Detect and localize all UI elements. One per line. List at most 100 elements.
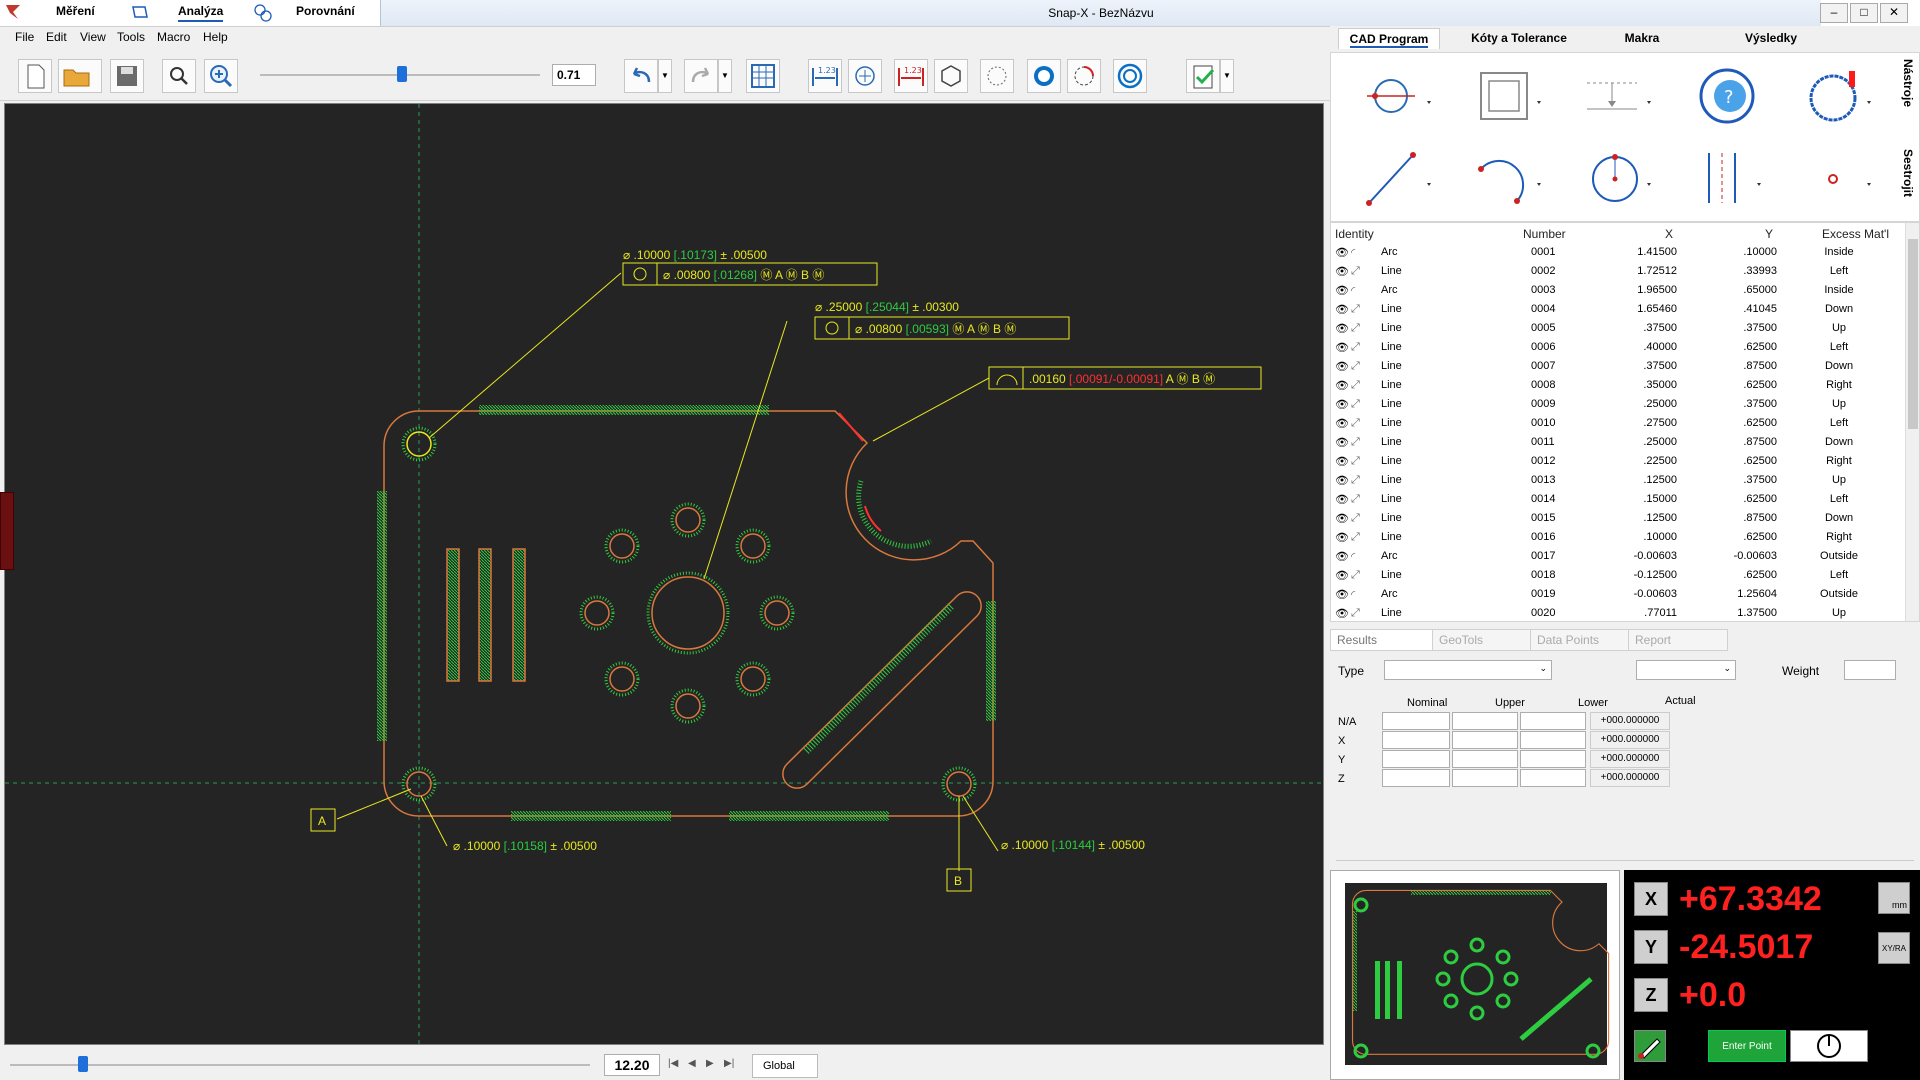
visibility-eye-icon[interactable]: 👁: [1335, 531, 1349, 544]
tab-geotols[interactable]: GeoTols: [1432, 629, 1532, 651]
probe-button[interactable]: [1634, 1030, 1666, 1062]
new-file-button[interactable]: [18, 59, 52, 93]
polygon-button[interactable]: [934, 59, 968, 93]
visibility-eye-icon[interactable]: 👁: [1335, 417, 1349, 430]
circle-measure-tool-icon[interactable]: [1357, 61, 1437, 131]
upper-input[interactable]: [1452, 712, 1518, 730]
part-outline[interactable]: [383, 410, 994, 817]
table-row[interactable]: 👁 ⤢ Line 0016 .10000 .62500 Right: [1331, 528, 1903, 547]
table-row[interactable]: 👁 ⤢ Line 0015 .12500 .87500 Down: [1331, 509, 1903, 528]
construct-point-tool-icon[interactable]: [1797, 143, 1877, 213]
construct-circle-tool-icon[interactable]: [1577, 143, 1657, 213]
center-point-button[interactable]: [848, 59, 882, 93]
enter-point-button[interactable]: Enter Point: [1708, 1030, 1786, 1062]
datum-b-box[interactable]: B: [946, 868, 972, 892]
construct-parallel-lines-tool-icon[interactable]: [1687, 143, 1767, 213]
power-button[interactable]: [1790, 1030, 1868, 1062]
tab-cad-program[interactable]: CAD Program: [1338, 28, 1440, 49]
menu-help[interactable]: Help: [203, 30, 228, 44]
undo-dropdown[interactable]: ▼: [658, 59, 672, 93]
dashed-circle-button[interactable]: [980, 59, 1014, 93]
col-header-number[interactable]: Number: [1523, 227, 1566, 241]
feature-table[interactable]: Identity Number X Y Excess Mat'l 👁 ◜ Arc 00…: [1330, 222, 1920, 622]
table-row[interactable]: 👁 ⤢ Line 0009 .25000 .37500 Up: [1331, 395, 1903, 414]
table-row[interactable]: 👁 ⤢ Line 0014 .15000 .62500 Left: [1331, 490, 1903, 509]
subtype-select[interactable]: ⌄: [1636, 660, 1736, 680]
nominal-input[interactable]: [1382, 712, 1450, 730]
visibility-eye-icon[interactable]: 👁: [1335, 474, 1349, 487]
feature-control-frame-2[interactable]: ⌀ .00800 [.00593] Ⓜ A Ⓜ B Ⓜ: [814, 316, 1070, 340]
rectangle-tool-icon[interactable]: [1467, 61, 1547, 131]
side-panel-handle[interactable]: [0, 492, 14, 570]
visibility-eye-icon[interactable]: 👁: [1335, 322, 1349, 335]
maximize-button[interactable]: □: [1850, 3, 1878, 23]
close-button[interactable]: ✕: [1880, 3, 1908, 23]
table-row[interactable]: 👁 ⤢ Line 0006 .40000 .62500 Left: [1331, 338, 1903, 357]
redo-dropdown[interactable]: ▼: [718, 59, 732, 93]
menu-file[interactable]: File: [15, 30, 34, 44]
visibility-eye-icon[interactable]: 👁: [1335, 493, 1349, 506]
tab-makra[interactable]: Makra: [1592, 28, 1692, 48]
prev-page-button[interactable]: ◀: [688, 1058, 696, 1069]
nominal-input[interactable]: [1382, 731, 1450, 749]
visibility-eye-icon[interactable]: 👁: [1335, 436, 1349, 449]
visibility-eye-icon[interactable]: 👁: [1335, 398, 1349, 411]
table-row[interactable]: 👁 ⤢ Line 0008 .35000 .62500 Right: [1331, 376, 1903, 395]
table-row[interactable]: 👁 ◜ Arc 0019 -0.00603 1.25604 Outside: [1331, 585, 1903, 604]
construct-arc-tool-icon[interactable]: [1467, 143, 1547, 213]
mode-tab-porovnani[interactable]: Porovnání: [296, 0, 355, 24]
weight-input[interactable]: [1844, 660, 1896, 680]
overview-preview[interactable]: [1330, 870, 1620, 1080]
partial-circle-button[interactable]: [1067, 59, 1101, 93]
visibility-eye-icon[interactable]: 👁: [1335, 569, 1349, 582]
visibility-eye-icon[interactable]: 👁: [1335, 512, 1349, 525]
table-row[interactable]: 👁 ◜ Arc 0003 1.96500 .65000 Inside: [1331, 281, 1903, 300]
mode-tab-mereni[interactable]: Měření: [56, 0, 95, 24]
menu-edit[interactable]: Edit: [46, 30, 67, 44]
visibility-eye-icon[interactable]: 👁: [1335, 607, 1349, 620]
menu-macro[interactable]: Macro: [157, 30, 190, 44]
tab-koty-tolerance[interactable]: Kóty a Tolerance: [1454, 28, 1584, 48]
table-row[interactable]: 👁 ⤢ Line 0010 .27500 .62500 Left: [1331, 414, 1903, 433]
visibility-eye-icon[interactable]: 👁: [1335, 588, 1349, 601]
upper-input[interactable]: [1452, 769, 1518, 787]
concentric-circle-button[interactable]: [1113, 59, 1147, 93]
menu-tools[interactable]: Tools: [117, 30, 145, 44]
tab-data-points[interactable]: Data Points: [1530, 629, 1630, 651]
table-scrollbar-thumb[interactable]: [1908, 239, 1918, 429]
type-select[interactable]: ⌄: [1384, 660, 1552, 680]
report-button[interactable]: [1186, 59, 1220, 93]
nominal-input[interactable]: [1382, 769, 1450, 787]
next-page-button[interactable]: ▶: [706, 1058, 714, 1069]
tolerance-dimension-button[interactable]: 1.23: [894, 59, 928, 93]
unit-toggle-button[interactable]: mm: [1878, 882, 1910, 914]
table-row[interactable]: 👁 ⤢ Line 0013 .12500 .37500 Up: [1331, 471, 1903, 490]
table-row[interactable]: 👁 ⤢ Line 0007 .37500 .87500 Down: [1331, 357, 1903, 376]
datum-a-box[interactable]: A: [310, 808, 336, 832]
construct-line-tool-icon[interactable]: [1357, 143, 1437, 213]
col-header-identity[interactable]: Identity: [1335, 227, 1374, 241]
table-row[interactable]: 👁 ◜ Arc 0017 -0.00603 -0.00603 Outside: [1331, 547, 1903, 566]
visibility-eye-icon[interactable]: 👁: [1335, 360, 1349, 373]
tab-global[interactable]: Global: [752, 1054, 818, 1078]
lower-input[interactable]: [1520, 712, 1586, 730]
arc-marker-tool-icon[interactable]: [1797, 61, 1877, 131]
visibility-eye-icon[interactable]: 👁: [1335, 284, 1349, 297]
zoom-value-field[interactable]: 0.71: [552, 64, 596, 86]
lower-input[interactable]: [1520, 750, 1586, 768]
visibility-eye-icon[interactable]: 👁: [1335, 550, 1349, 563]
table-row[interactable]: 👁 ◜ Arc 0001 1.41500 .10000 Inside: [1331, 243, 1903, 262]
lower-input[interactable]: [1520, 769, 1586, 787]
grid-button[interactable]: [746, 59, 780, 93]
upper-input[interactable]: [1452, 750, 1518, 768]
table-row[interactable]: 👁 ⤢ Line 0018 -0.12500 .62500 Left: [1331, 566, 1903, 585]
profile-tolerance-frame[interactable]: .00160 [.00091/-0.00091] A Ⓜ B Ⓜ: [988, 366, 1262, 390]
feature-control-frame-1[interactable]: ⌀ .00800 [.01268] Ⓜ A Ⓜ B Ⓜ: [622, 262, 878, 286]
lower-input[interactable]: [1520, 731, 1586, 749]
circle-fit-button[interactable]: [1027, 59, 1061, 93]
tab-report[interactable]: Report: [1628, 629, 1728, 651]
z-axis-button[interactable]: Z: [1634, 978, 1668, 1012]
line-probe-tool-icon[interactable]: [1577, 61, 1657, 131]
compare-icon[interactable]: [252, 2, 274, 24]
visibility-eye-icon[interactable]: 👁: [1335, 341, 1349, 354]
